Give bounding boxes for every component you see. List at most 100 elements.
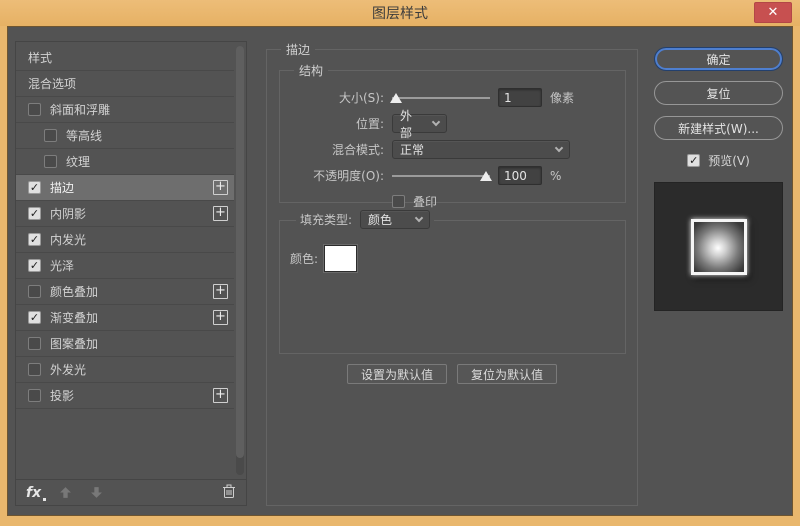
ok-button[interactable]: 确定 <box>654 47 783 71</box>
blend-mode-label: 混合模式: <box>331 143 384 157</box>
opacity-unit: % <box>550 168 562 183</box>
sidebar-scrollbar[interactable] <box>236 46 244 475</box>
unchecked-checkbox[interactable] <box>28 103 41 116</box>
sidebar-item-styles[interactable]: 样式 <box>16 45 234 71</box>
chevron-down-icon <box>414 213 424 223</box>
unchecked-checkbox[interactable] <box>28 363 41 376</box>
blend-mode-row: 混合模式: 正常 <box>280 137 625 162</box>
plus-icon[interactable]: + <box>213 206 228 221</box>
preview-checkbox[interactable]: ✓ <box>687 154 701 167</box>
fill-type-label: 填充类型: <box>300 213 353 227</box>
close-icon: ✕ <box>767 5 779 20</box>
scrollbar-thumb[interactable] <box>236 46 244 458</box>
opacity-slider-thumb[interactable] <box>480 170 492 181</box>
overprint-checkbox[interactable] <box>392 195 405 208</box>
action-column: 确定 复位 新建样式(W)... ✓ 预览(V) <box>654 47 783 311</box>
structure-group: 结构 大小(S): 像素 位置: 外部 <box>279 62 626 209</box>
checked-checkbox[interactable]: ✓ <box>28 207 41 220</box>
opacity-label: 不透明度(O): <box>313 169 384 183</box>
plus-icon[interactable]: + <box>213 310 228 325</box>
preview-label: 预览(V) <box>708 154 750 168</box>
sidebar-item-label: 颜色叠加 <box>50 285 99 299</box>
size-label: 大小(S): <box>338 91 384 105</box>
sidebar-item-pattern-overlay[interactable]: 图案叠加 <box>16 331 234 357</box>
structure-group-title: 结构 <box>294 62 329 79</box>
sidebar-item-label: 图案叠加 <box>50 337 99 351</box>
sidebar-item-contour[interactable]: 等高线 <box>16 123 234 149</box>
move-up-icon[interactable] <box>59 486 72 499</box>
unchecked-checkbox[interactable] <box>28 389 41 402</box>
sidebar-item-label: 光泽 <box>50 259 75 273</box>
unchecked-checkbox[interactable] <box>44 129 57 142</box>
sidebar-item-blending-options[interactable]: 混合选项 <box>16 71 234 97</box>
size-slider-thumb[interactable] <box>390 92 402 103</box>
style-preview-thumbnail <box>654 182 783 311</box>
color-row: 颜色: <box>290 245 358 272</box>
chevron-down-icon <box>431 117 441 127</box>
unchecked-checkbox[interactable] <box>44 155 57 168</box>
sidebar-item-stroke[interactable]: ✓ 描边 + <box>16 175 234 201</box>
make-default-button[interactable]: 设置为默认值 <box>346 364 447 384</box>
size-slider[interactable] <box>390 92 490 104</box>
plus-icon[interactable]: + <box>213 180 228 195</box>
blend-mode-select[interactable]: 正常 <box>392 140 570 159</box>
reset-default-button[interactable]: 复位为默认值 <box>457 364 558 384</box>
sidebar-list: 样式混合选项斜面和浮雕等高线纹理 ✓ 描边 + ✓ 内阴影 + ✓ 内发光 ✓ 光泽颜色叠加 + ✓ 渐变… <box>16 45 234 409</box>
chevron-down-icon <box>554 143 564 153</box>
overprint-label: 叠印 <box>413 195 438 209</box>
position-label: 位置: <box>355 117 384 131</box>
sidebar-item-label: 描边 <box>50 181 75 195</box>
style-preview-sample <box>690 218 747 275</box>
sidebar-item-label: 混合选项 <box>28 77 77 91</box>
checked-checkbox[interactable]: ✓ <box>28 233 41 246</box>
fill-type-group: 填充类型: 颜色 颜色: <box>279 210 626 354</box>
sidebar-item-drop-shadow[interactable]: 投影 + <box>16 383 234 409</box>
unchecked-checkbox[interactable] <box>28 285 41 298</box>
sidebar-item-label: 外发光 <box>50 363 87 377</box>
sidebar-item-satin[interactable]: ✓ 光泽 <box>16 253 234 279</box>
new-style-button[interactable]: 新建样式(W)... <box>654 116 783 140</box>
sidebar-item-color-overlay[interactable]: 颜色叠加 + <box>16 279 234 305</box>
sidebar-item-label: 等高线 <box>66 129 103 143</box>
size-row: 大小(S): 像素 <box>280 85 625 110</box>
window-title: 图层样式 <box>372 6 428 22</box>
trash-icon[interactable] <box>222 484 236 502</box>
sidebar-item-label: 渐变叠加 <box>50 311 99 325</box>
unchecked-checkbox[interactable] <box>28 337 41 350</box>
sidebar-item-outer-glow[interactable]: 外发光 <box>16 357 234 383</box>
position-select[interactable]: 外部 <box>392 109 447 140</box>
panel-title: 描边 <box>281 41 316 58</box>
checked-checkbox[interactable]: ✓ <box>28 259 41 272</box>
sidebar-item-label: 内阴影 <box>50 207 87 221</box>
opacity-input[interactable] <box>498 166 542 185</box>
fill-type-select[interactable]: 颜色 <box>360 210 431 229</box>
sidebar-bottom-bar: fx <box>16 479 246 505</box>
move-down-icon[interactable] <box>90 486 103 499</box>
stroke-color-swatch[interactable] <box>324 245 358 272</box>
plus-icon[interactable]: + <box>213 284 228 299</box>
sidebar-item-texture[interactable]: 纹理 <box>16 149 234 175</box>
sidebar-item-inner-glow[interactable]: ✓ 内发光 <box>16 227 234 253</box>
sidebar-item-label: 内发光 <box>50 233 87 247</box>
checked-checkbox[interactable]: ✓ <box>28 181 41 194</box>
sidebar-item-label: 斜面和浮雕 <box>50 103 111 117</box>
color-label: 颜色: <box>290 252 319 266</box>
style-list-sidebar: 样式混合选项斜面和浮雕等高线纹理 ✓ 描边 + ✓ 内阴影 + ✓ 内发光 ✓ 光泽颜色叠加 + ✓ 渐变… <box>15 41 247 506</box>
reset-button[interactable]: 复位 <box>654 81 783 105</box>
position-row: 位置: 外部 <box>280 109 625 140</box>
dialog-body: 样式混合选项斜面和浮雕等高线纹理 ✓ 描边 + ✓ 内阴影 + ✓ 内发光 ✓ 光泽颜色叠加 + ✓ 渐变… <box>7 26 793 516</box>
sidebar-item-gradient-overlay[interactable]: ✓ 渐变叠加 + <box>16 305 234 331</box>
sidebar-item-label: 样式 <box>28 51 53 65</box>
checked-checkbox[interactable]: ✓ <box>28 311 41 324</box>
size-input[interactable] <box>498 88 542 107</box>
sidebar-item-bevel-emboss[interactable]: 斜面和浮雕 <box>16 97 234 123</box>
stroke-panel: 描边 结构 大小(S): 像素 位置: 外部 <box>266 41 638 506</box>
sidebar-item-label: 纹理 <box>66 155 91 169</box>
sidebar-item-label: 投影 <box>50 389 75 403</box>
opacity-slider[interactable] <box>392 170 492 182</box>
close-button[interactable]: ✕ <box>754 2 792 23</box>
sidebar-item-inner-shadow[interactable]: ✓ 内阴影 + <box>16 201 234 227</box>
preview-row: ✓ 预览(V) <box>654 152 783 169</box>
fx-icon[interactable]: fx <box>26 485 47 501</box>
plus-icon[interactable]: + <box>213 388 228 403</box>
